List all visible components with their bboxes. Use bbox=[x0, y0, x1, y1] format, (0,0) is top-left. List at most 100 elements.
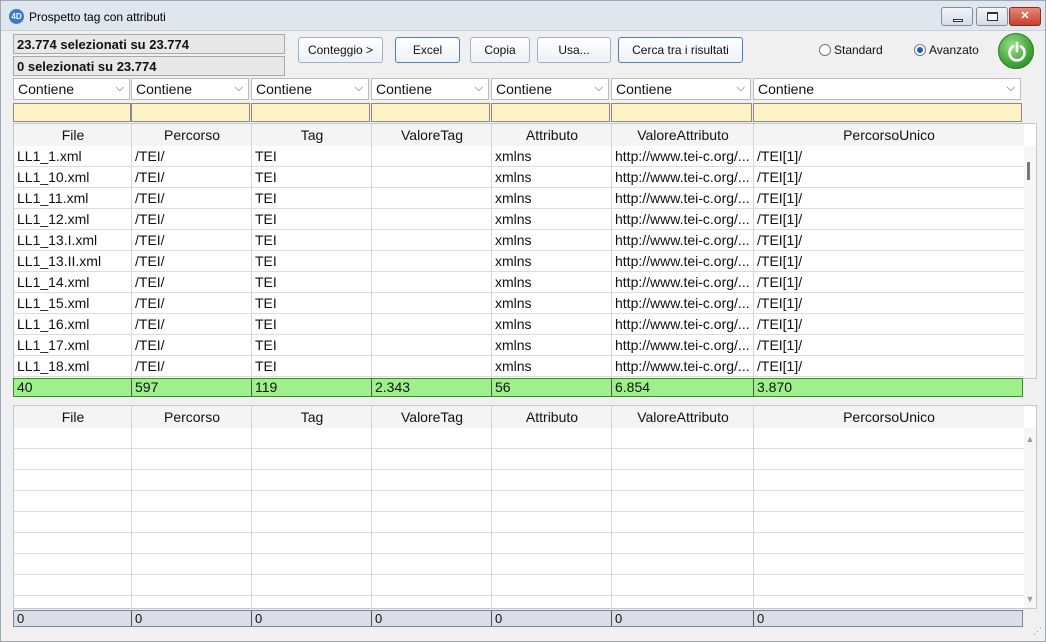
cell-percorsounico: /TEI[1]/ bbox=[757, 190, 803, 206]
table-row-empty[interactable] bbox=[14, 428, 1024, 449]
usa-button[interactable]: Usa... bbox=[537, 37, 611, 63]
filter-operator-valoreattributo[interactable]: Contiene ⌵ bbox=[611, 78, 751, 100]
table-row[interactable]: LL1_14.xml/TEI/TEI xmlns http://www.tei-c.… bbox=[14, 272, 1024, 293]
radio-standard[interactable]: Standard bbox=[819, 43, 883, 57]
cell-valoreattributo: http://www.tei-c.org/... bbox=[615, 337, 750, 353]
copia-button[interactable]: Copia bbox=[470, 37, 530, 63]
column-header-file[interactable]: File bbox=[14, 406, 132, 428]
cell-valoreattributo: http://www.tei-c.org/... bbox=[615, 316, 750, 332]
table-row[interactable]: LL1_13.I.xml/TEI/TEI xmlns http://www.tei-… bbox=[14, 230, 1024, 251]
cell-valoretag bbox=[372, 209, 492, 230]
cell-tag: TEI bbox=[255, 253, 277, 269]
column-divider bbox=[491, 406, 492, 608]
cell-attributo: xmlns bbox=[495, 169, 532, 185]
filter-input-percorso[interactable] bbox=[131, 103, 250, 122]
selection-scrollbar[interactable]: ▲ ▼ bbox=[1024, 428, 1036, 608]
column-header-valoreattributo[interactable]: ValoreAttributo bbox=[612, 124, 754, 146]
column-header-attributo[interactable]: Attributo bbox=[492, 406, 612, 428]
total-divider bbox=[371, 379, 372, 396]
table-row-empty[interactable] bbox=[14, 491, 1024, 512]
column-header-percorsounico[interactable]: PercorsoUnico bbox=[754, 406, 1024, 428]
minimize-icon bbox=[953, 19, 963, 22]
cell-file: LL1_11.xml bbox=[17, 190, 89, 206]
column-header-attributo[interactable]: Attributo bbox=[492, 124, 612, 146]
window-title: Prospetto tag con attributi bbox=[29, 10, 166, 24]
cell-percorso: /TEI/ bbox=[135, 253, 165, 269]
scroll-down-icon[interactable]: ▼ bbox=[1024, 594, 1036, 604]
conteggio-button[interactable]: Conteggio > bbox=[298, 37, 383, 63]
column-header-file[interactable]: File bbox=[14, 124, 132, 146]
column-header-percorsounico[interactable]: PercorsoUnico bbox=[754, 124, 1024, 146]
cell-percorso: /TEI/ bbox=[135, 232, 165, 248]
filter-input-percorsounico[interactable] bbox=[753, 103, 1022, 122]
cell-file: LL1_13.II.xml bbox=[17, 253, 102, 269]
radio-avanzato[interactable]: Avanzato bbox=[914, 43, 979, 57]
cell-percorsounico: /TEI[1]/ bbox=[757, 211, 803, 227]
close-button[interactable]: ✕ bbox=[1009, 7, 1041, 26]
radio-standard-label: Standard bbox=[834, 43, 883, 57]
total-attributo: 56 bbox=[495, 379, 511, 395]
filter-input-attributo[interactable] bbox=[491, 103, 610, 122]
filter-operator-percorso[interactable]: Contiene ⌵ bbox=[131, 78, 249, 100]
table-row-empty[interactable] bbox=[14, 449, 1024, 470]
total-tag: 0 bbox=[255, 611, 263, 626]
filter-operator-file[interactable]: Contiene ⌵ bbox=[13, 78, 130, 100]
table-row-empty[interactable] bbox=[14, 512, 1024, 533]
power-button[interactable] bbox=[998, 33, 1034, 69]
cerca-risultati-button[interactable]: Cerca tra i risultati bbox=[618, 37, 743, 63]
scroll-up-icon[interactable]: ▲ bbox=[1024, 434, 1036, 444]
cell-valoreattributo: http://www.tei-c.org/... bbox=[615, 211, 750, 227]
table-row[interactable]: LL1_13.II.xml/TEI/TEI xmlns http://www.tei… bbox=[14, 251, 1024, 272]
column-header-percorso[interactable]: Percorso bbox=[132, 124, 252, 146]
column-header-tag[interactable]: Tag bbox=[252, 406, 372, 428]
filter-operator-valoretag[interactable]: Contiene ⌵ bbox=[371, 78, 489, 100]
filter-input-valoretag[interactable] bbox=[371, 103, 490, 122]
table-row[interactable]: LL1_11.xml/TEI/TEI xmlns http://www.tei-c.… bbox=[14, 188, 1024, 209]
filter-input-tag[interactable] bbox=[251, 103, 370, 122]
maximize-button[interactable] bbox=[976, 7, 1008, 26]
total-divider bbox=[491, 379, 492, 396]
results-scroll-thumb[interactable] bbox=[1027, 162, 1030, 180]
filter-operator-tag[interactable]: Contiene ⌵ bbox=[251, 78, 369, 100]
column-header-valoretag[interactable]: ValoreTag bbox=[372, 406, 492, 428]
minimize-button[interactable] bbox=[941, 7, 973, 26]
column-header-valoretag[interactable]: ValoreTag bbox=[372, 124, 492, 146]
table-row-empty[interactable] bbox=[14, 470, 1024, 491]
cell-valoreattributo: http://www.tei-c.org/... bbox=[615, 190, 750, 206]
table-row[interactable]: LL1_18.xml/TEI/TEI xmlns http://www.tei-c.… bbox=[14, 356, 1024, 377]
column-header-valoreattributo[interactable]: ValoreAttributo bbox=[612, 406, 754, 428]
filter-operator-percorsounico[interactable]: Contiene ⌵ bbox=[753, 78, 1021, 100]
table-row[interactable]: LL1_1.xml/TEI/TEI xmlns http://www.tei-c.o… bbox=[14, 146, 1024, 167]
cell-attributo: xmlns bbox=[495, 253, 532, 269]
filter-input-valoreattributo[interactable] bbox=[611, 103, 752, 122]
selection-header: File Percorso Tag ValoreTag Attributo ValoreA… bbox=[14, 406, 1024, 428]
filter-operator-attributo[interactable]: Contiene ⌵ bbox=[491, 78, 609, 100]
table-row[interactable]: LL1_12.xml/TEI/TEI xmlns http://www.tei-c.… bbox=[14, 209, 1024, 230]
chevron-down-icon: ⌵ bbox=[594, 82, 603, 94]
radio-standard-dot bbox=[819, 44, 831, 56]
cell-valoreattributo: http://www.tei-c.org/... bbox=[615, 295, 750, 311]
table-row-empty[interactable] bbox=[14, 596, 1024, 608]
chevron-down-icon: ⌵ bbox=[115, 82, 124, 94]
cell-file: LL1_14.xml bbox=[17, 274, 90, 290]
table-row-empty[interactable] bbox=[14, 554, 1024, 575]
cell-valoreattributo: http://www.tei-c.org/... bbox=[615, 232, 750, 248]
cell-percorsounico: /TEI[1]/ bbox=[757, 148, 803, 164]
excel-button[interactable]: Excel bbox=[395, 37, 460, 63]
column-divider bbox=[611, 124, 612, 378]
resize-grip-icon[interactable]: ⋰ bbox=[1033, 626, 1042, 637]
results-scrollbar[interactable] bbox=[1024, 146, 1036, 378]
column-header-percorso[interactable]: Percorso bbox=[132, 406, 252, 428]
table-row[interactable]: LL1_10.xml/TEI/TEI xmlns http://www.tei-c.… bbox=[14, 167, 1024, 188]
total-divider bbox=[611, 611, 612, 626]
table-row[interactable]: LL1_15.xml/TEI/TEI xmlns http://www.tei-c.… bbox=[14, 293, 1024, 314]
column-header-tag[interactable]: Tag bbox=[252, 124, 372, 146]
column-divider bbox=[753, 406, 754, 608]
table-row-empty[interactable] bbox=[14, 575, 1024, 596]
table-row-empty[interactable] bbox=[14, 533, 1024, 554]
table-row[interactable]: LL1_16.xml/TEI/TEI xmlns http://www.tei-c.… bbox=[14, 314, 1024, 335]
table-row[interactable]: LL1_17.xml/TEI/TEI xmlns http://www.tei-c.… bbox=[14, 335, 1024, 356]
filter-input-file[interactable] bbox=[13, 103, 131, 122]
column-divider bbox=[131, 124, 132, 378]
cell-file: LL1_17.xml bbox=[17, 337, 90, 353]
